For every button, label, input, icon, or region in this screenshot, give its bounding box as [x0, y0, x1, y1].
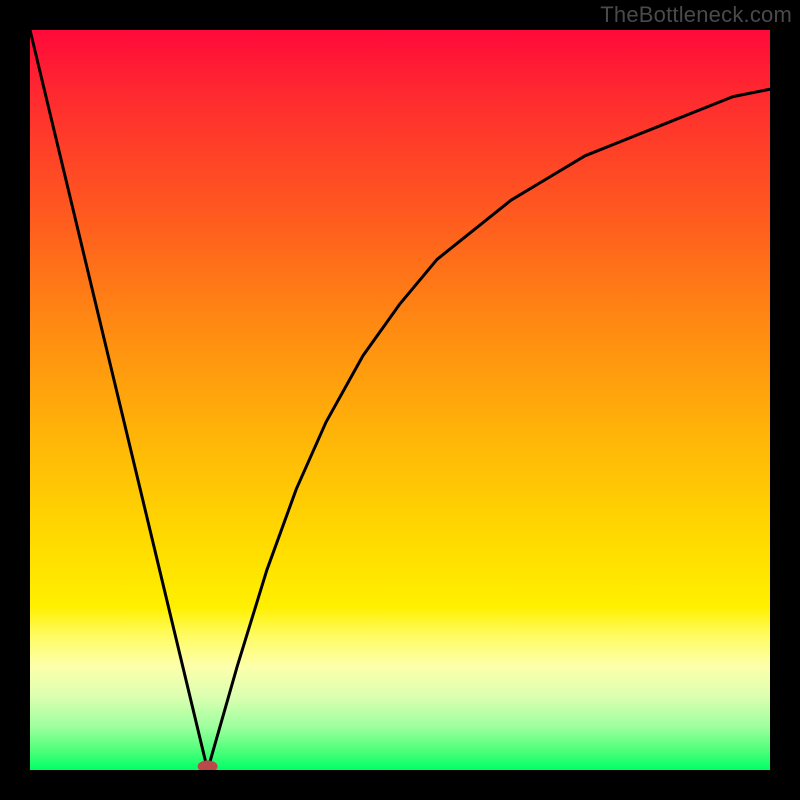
gradient-background [30, 30, 770, 770]
plot-svg [30, 30, 770, 770]
chart-container: TheBottleneck.com [0, 0, 800, 800]
plot-area [30, 30, 770, 770]
watermark-text: TheBottleneck.com [600, 2, 792, 28]
